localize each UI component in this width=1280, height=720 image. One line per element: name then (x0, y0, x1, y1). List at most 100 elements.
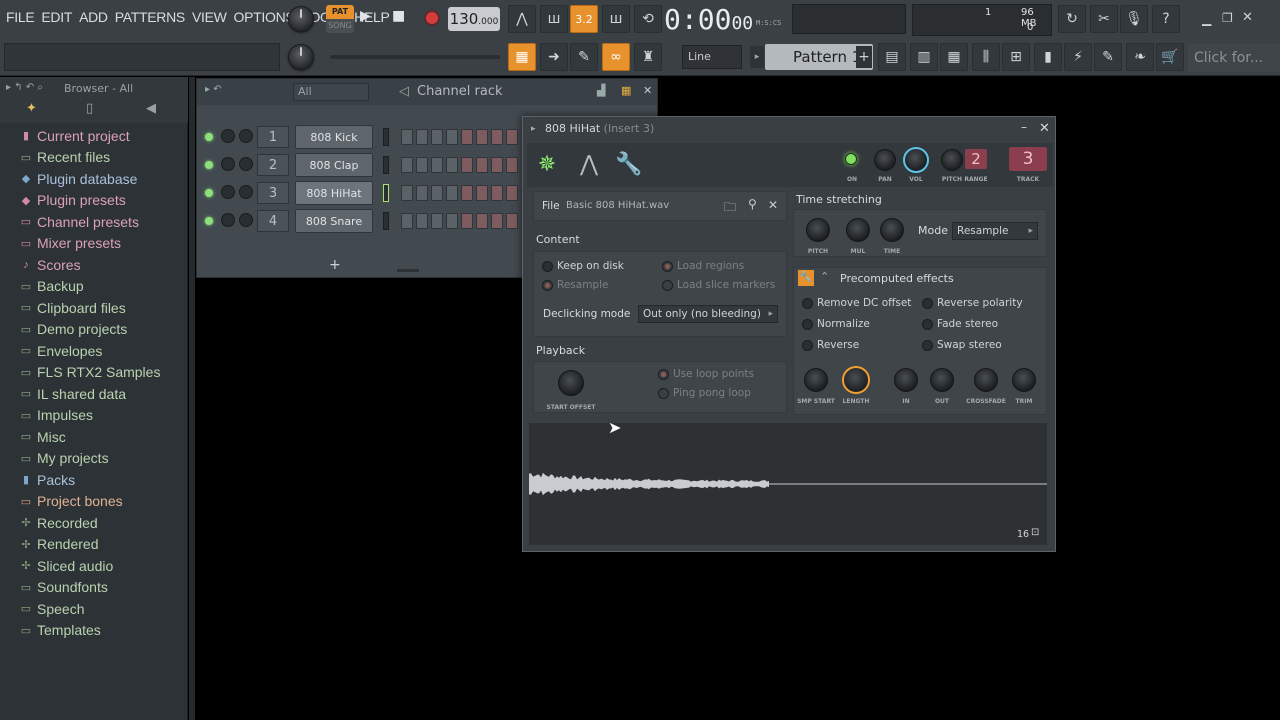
step-button[interactable] (476, 157, 488, 173)
channel-mute-led[interactable] (205, 189, 213, 197)
wrench-tab-icon[interactable]: 🔧 (615, 151, 643, 179)
metronome-icon[interactable]: ⋀ (508, 5, 536, 33)
remove-dc-offset-option[interactable]: Remove DC offset (802, 297, 911, 309)
tools-icon[interactable]: ✎ (1094, 43, 1122, 71)
stretch-mul-knob[interactable] (846, 218, 870, 242)
browser-item[interactable]: ▭ My projects (0, 448, 188, 470)
length-knob[interactable] (842, 366, 870, 394)
file-name[interactable]: Basic 808 HiHat.wav (566, 200, 669, 211)
rack-graph-icon[interactable]: ▟ (597, 84, 605, 97)
pan-knob[interactable] (874, 149, 896, 171)
resample-option[interactable]: Resample (542, 279, 608, 291)
browser-splitter[interactable] (189, 77, 195, 720)
sample-tab-icon[interactable]: ✵ (533, 151, 561, 179)
browser-item[interactable]: ▭ Demo projects (0, 319, 188, 341)
step-button[interactable] (461, 157, 473, 173)
record-icon[interactable] (424, 10, 440, 26)
collapse-arrow-icon[interactable]: ⌃ (820, 270, 829, 283)
step-button[interactable] (416, 129, 428, 145)
step-button[interactable] (491, 213, 503, 229)
stretch-mode-dropdown[interactable]: Resample (952, 222, 1038, 240)
channel-mixer-number[interactable]: 4 (257, 210, 289, 232)
menu-file[interactable]: FILE (6, 9, 35, 25)
step-button[interactable] (416, 185, 428, 201)
browser-speaker-icon[interactable]: ◀ (146, 101, 156, 116)
channel-select-box[interactable] (383, 156, 389, 174)
browser-item[interactable]: ▭ IL shared data (0, 383, 188, 405)
step-button[interactable] (506, 213, 518, 229)
pencil-icon[interactable]: ✎ (570, 43, 598, 71)
step-button[interactable] (431, 157, 443, 173)
news-hint[interactable]: Click for... (1188, 44, 1280, 72)
help-icon[interactable]: ? (1152, 5, 1180, 33)
load-slice-markers-option[interactable]: Load slice markers (662, 279, 775, 291)
swap-stereo-option[interactable]: Swap stereo (922, 339, 1002, 351)
step-button[interactable] (416, 213, 428, 229)
step-button[interactable] (461, 129, 473, 145)
load-regions-option[interactable]: Load regions (662, 260, 744, 272)
menu-patterns[interactable]: PATTERNS (115, 9, 186, 25)
trim-knob[interactable] (1012, 368, 1036, 392)
folder-icon[interactable]: 🗀 (724, 198, 736, 219)
browser-item[interactable]: ✢ Recorded (0, 512, 188, 534)
stretch-time-knob[interactable] (880, 218, 904, 242)
browser-item[interactable]: ▮ Current project (0, 125, 188, 147)
rack-menu-icon[interactable]: ▸ ↶ (205, 84, 222, 95)
remove-file-icon[interactable]: ✕ (768, 198, 778, 212)
pin-icon[interactable]: ⚲ (748, 197, 757, 211)
envelope-tab-icon[interactable]: ⋀ (575, 151, 603, 179)
minimize-icon[interactable]: ▁ (1202, 12, 1211, 26)
channel-mixer-number[interactable]: 3 (257, 182, 289, 204)
browser-item[interactable]: ▭ Clipboard files (0, 297, 188, 319)
undo-history-icon[interactable]: ↻ (1058, 5, 1086, 33)
link-icon[interactable]: ∞ (602, 43, 630, 71)
microphone-icon[interactable]: 🎙 (1120, 5, 1148, 33)
step-button[interactable] (446, 157, 458, 173)
stop-icon[interactable]: ■ (392, 8, 405, 24)
browser-item[interactable]: ▭ Templates (0, 620, 188, 642)
blend-notes-icon[interactable]: ш (602, 5, 630, 33)
channel-name-button[interactable]: 808 HiHat (295, 181, 373, 205)
channel-mute-led[interactable] (205, 161, 213, 169)
channel-volume-knob[interactable] (239, 157, 253, 171)
browser-item[interactable]: ▭ Envelopes (0, 340, 188, 362)
browser-item[interactable]: ▭ Recent files (0, 147, 188, 169)
crossfade-knob[interactable] (974, 368, 998, 392)
project-icon[interactable]: ▮ (1034, 43, 1062, 71)
cart-icon[interactable]: 🛒 (1156, 43, 1184, 71)
step-button[interactable] (476, 129, 488, 145)
browser-item[interactable]: ✢ Rendered (0, 534, 188, 556)
browser-item[interactable]: ▭ Backup (0, 276, 188, 298)
stamp-icon[interactable]: ♜ (634, 43, 662, 71)
rack-close-icon[interactable]: ✕ (643, 84, 652, 97)
browser-item[interactable]: ▭ Soundfonts (0, 577, 188, 599)
restore-icon[interactable]: ❐ (1222, 11, 1233, 25)
channel-name-button[interactable]: 808 Snare (295, 209, 373, 233)
channel-select-box[interactable] (383, 184, 389, 202)
browser-item[interactable]: ♪ Scores (0, 254, 188, 276)
stretch-pitch-knob[interactable] (806, 218, 830, 242)
rack-scrollbar[interactable] (397, 269, 419, 272)
time-display[interactable]: 0:0000 M:S:CS (664, 2, 782, 38)
bird-icon[interactable]: ❧ (1126, 43, 1154, 71)
wait-record-icon[interactable]: ш (540, 5, 568, 33)
smp-start-knob[interactable] (804, 368, 828, 392)
channel-name-button[interactable]: 808 Kick (295, 125, 373, 149)
pattern-prev-icon[interactable]: ▸ (750, 46, 764, 68)
menu-edit[interactable]: EDIT (41, 9, 72, 25)
browser-item[interactable]: ▮ Packs (0, 469, 188, 491)
menu-view[interactable]: VIEW (192, 9, 227, 25)
fade-in-knob[interactable] (894, 368, 918, 392)
rack-grid-icon[interactable]: ▦ (621, 84, 631, 97)
step-button[interactable] (491, 157, 503, 173)
step-button[interactable] (401, 129, 413, 145)
browser-nav-icon[interactable]: ▸ ↰ ↶ ⌕ (6, 82, 43, 93)
step-size-button[interactable]: 3.2 (570, 5, 598, 33)
channel-pan-knob[interactable] (221, 213, 235, 227)
pitch-range-box[interactable]: 2 (965, 149, 987, 169)
fade-out-knob[interactable] (930, 368, 954, 392)
browser-item[interactable]: ◆ Plugin presets (0, 190, 188, 212)
step-button[interactable] (461, 185, 473, 201)
step-button[interactable] (401, 157, 413, 173)
step-button[interactable] (476, 213, 488, 229)
